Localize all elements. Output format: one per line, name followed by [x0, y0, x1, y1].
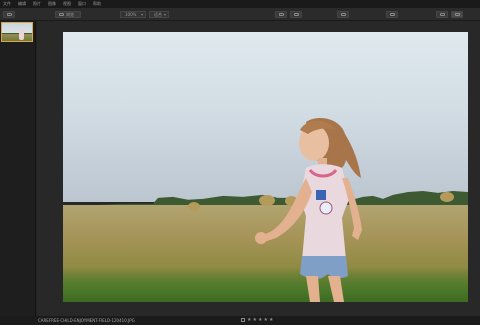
image-viewer — [37, 21, 480, 316]
browse-button[interactable]: 浏览 — [55, 11, 81, 18]
star-icon[interactable]: ★ — [252, 317, 256, 323]
chevron-down-icon — [164, 14, 166, 16]
single-view-button[interactable] — [451, 11, 463, 18]
menu-image[interactable]: 图像 — [48, 0, 56, 8]
browse-label: 浏览 — [66, 11, 74, 17]
rotate-icon — [340, 13, 346, 16]
share-icon — [389, 13, 395, 16]
menu-help[interactable]: 帮助 — [93, 0, 101, 8]
rotate-button[interactable] — [337, 11, 349, 18]
compare-button[interactable] — [290, 11, 302, 18]
arrow-left-icon — [6, 13, 12, 16]
star-icon[interactable]: ★ — [263, 317, 267, 323]
menu-bar: 文件 编辑 照片 图像 视图 窗口 帮助 — [0, 0, 480, 8]
reject-icon[interactable] — [241, 318, 245, 322]
filmstrip-thumbnail[interactable] — [1, 22, 33, 42]
grid-icon — [439, 13, 445, 16]
menu-window[interactable]: 窗口 — [78, 0, 86, 8]
eye-icon — [278, 13, 284, 16]
status-bar: CAREFREE-CHILD-ENJOYMENT-FIELD-120410.JP… — [0, 316, 480, 325]
hay-bale — [440, 192, 454, 202]
star-icon[interactable]: ★ — [247, 317, 251, 323]
filmstrip — [0, 21, 36, 316]
back-button[interactable] — [3, 11, 15, 18]
zoom-select[interactable]: 适合 — [149, 11, 169, 18]
menu-edit[interactable]: 编辑 — [18, 0, 26, 8]
share-button[interactable] — [386, 11, 398, 18]
file-name: CAREFREE-CHILD-ENJOYMENT-FIELD-120410.JP… — [38, 318, 135, 323]
thumbnail-subject — [19, 29, 24, 40]
grid-view-button[interactable] — [436, 11, 448, 18]
compare-icon — [293, 13, 299, 16]
toolbar: 浏览 100% 适合 — [0, 8, 480, 21]
single-image-icon — [454, 13, 460, 16]
star-icon[interactable]: ★ — [258, 317, 262, 323]
folder-icon — [59, 13, 64, 16]
main-photo[interactable] — [63, 32, 468, 302]
star-icon[interactable]: ★ — [269, 317, 273, 323]
preview-button[interactable] — [275, 11, 287, 18]
hay-bale — [188, 202, 200, 211]
view-select[interactable]: 100% — [120, 11, 146, 18]
thumbnail-field — [2, 33, 32, 41]
view-select-value: 100% — [125, 12, 137, 17]
photo-girl — [255, 118, 362, 302]
menu-file[interactable]: 文件 — [3, 0, 11, 8]
zoom-select-value: 适合 — [154, 11, 162, 17]
rating-stars[interactable]: ★ ★ ★ ★ ★ — [241, 317, 274, 323]
chevron-down-icon — [141, 14, 143, 16]
menu-photo[interactable]: 照片 — [33, 0, 41, 8]
menu-view[interactable]: 视图 — [63, 0, 71, 8]
